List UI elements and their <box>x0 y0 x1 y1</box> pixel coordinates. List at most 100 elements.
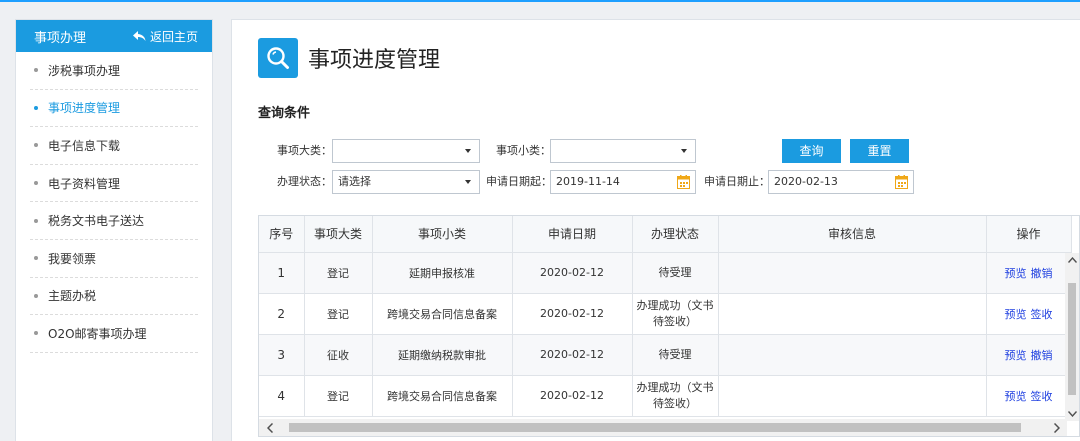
sidebar-item-label: O2O邮寄事项办理 <box>48 326 147 341</box>
date-from-label: 申请日期起： <box>486 175 552 188</box>
sidebar-item-documents[interactable]: 电子资料管理 <box>30 165 198 203</box>
sidebar-item-invoice[interactable]: 我要领票 <box>30 240 198 278</box>
row-actions: 预览 撤销 <box>986 334 1072 376</box>
category-select[interactable] <box>332 139 480 163</box>
horizontal-scrollbar[interactable] <box>259 419 1067 436</box>
calendar-icon[interactable] <box>895 175 908 189</box>
row-category: 登记 <box>304 293 373 335</box>
sign-link[interactable]: 签收 <box>1031 308 1053 321</box>
sidebar-item-label: 主题办税 <box>48 289 97 304</box>
sign-link[interactable]: 签收 <box>1031 390 1053 403</box>
chevron-down-icon <box>681 149 687 153</box>
sidebar-item-delivery[interactable]: 税务文书电子送达 <box>30 202 198 240</box>
preview-link[interactable]: 预览 <box>1005 308 1027 321</box>
date-to-label: 申请日期止： <box>704 175 770 188</box>
status-select[interactable]: 请选择 <box>332 170 480 194</box>
sidebar-header: 事项办理 返回主页 <box>16 20 212 52</box>
main-panel: 事项进度管理 查询条件 事项大类： 事项小类： 查询 重置 办理状态： 请选择 … <box>231 19 1080 441</box>
row-number: 3 <box>259 334 305 376</box>
date-from-input[interactable]: 2019-11-14 <box>550 170 696 194</box>
back-home-link[interactable]: 返回主页 <box>132 28 198 45</box>
bullet-icon <box>34 293 38 298</box>
row-actions: 预览 签收 <box>986 293 1072 335</box>
bullet-icon <box>34 68 38 73</box>
preview-link[interactable]: 预览 <box>1005 349 1027 362</box>
results-table: 序号 事项大类 事项小类 申请日期 办理状态 审核信息 操作 1 登记 延期申报… <box>259 216 1072 417</box>
bullet-icon <box>34 181 38 186</box>
preview-link[interactable]: 预览 <box>1005 267 1027 280</box>
sidebar-item-label: 税务文书电子送达 <box>48 214 145 229</box>
sidebar-item-progress[interactable]: 事项进度管理 <box>30 90 198 128</box>
bullet-icon <box>34 331 38 336</box>
column-header: 事项大类 <box>304 216 373 253</box>
table-row: 1 登记 延期申报核准 2020-02-12 待受理 预览 撤销 <box>259 252 1072 294</box>
row-review <box>718 334 987 376</box>
status-line: 办理成功（文书 <box>636 380 714 394</box>
sidebar-item-label: 我要领票 <box>48 251 97 266</box>
scroll-left-arrow-icon[interactable] <box>261 419 278 436</box>
scroll-right-arrow-icon[interactable] <box>1048 419 1065 436</box>
row-status: 待受理 <box>632 252 719 294</box>
subcategory-label: 事项小类： <box>496 144 551 157</box>
row-subcategory: 延期申报核准 <box>372 252 513 294</box>
row-actions: 预览 签收 <box>986 375 1072 417</box>
back-home-label: 返回主页 <box>149 29 198 44</box>
row-review <box>718 252 987 294</box>
row-subcategory: 跨境交易合同信息备案 <box>372 293 513 335</box>
chevron-down-icon <box>465 180 471 184</box>
vertical-scrollbar-thumb[interactable] <box>1068 283 1076 395</box>
sidebar-item-tax-matters[interactable]: 涉税事项办理 <box>30 52 198 90</box>
reset-button[interactable]: 重置 <box>850 139 909 163</box>
status-select-value: 请选择 <box>338 175 371 188</box>
row-number: 4 <box>259 375 305 417</box>
row-actions: 预览 撤销 <box>986 252 1072 294</box>
bullet-icon <box>34 218 38 223</box>
row-review <box>718 375 987 417</box>
bullet-icon <box>34 105 38 110</box>
sidebar: 事项办理 返回主页 涉税事项办理 事项进度管理 电子信息下载 电子资料管理 税务… <box>15 19 213 441</box>
date-to-value: 2020-02-13 <box>774 175 838 188</box>
bullet-icon <box>34 143 38 148</box>
top-accent-line <box>0 0 1080 2</box>
sidebar-item-o2o[interactable]: O2O邮寄事项办理 <box>30 315 198 353</box>
sidebar-title: 事项办理 <box>34 30 87 46</box>
row-number: 1 <box>259 252 305 294</box>
date-from-value: 2019-11-14 <box>556 175 620 188</box>
row-number: 2 <box>259 293 305 335</box>
row-category: 征收 <box>304 334 373 376</box>
status-label: 办理状态： <box>277 175 332 188</box>
row-category: 登记 <box>304 375 373 417</box>
column-header: 事项小类 <box>372 216 513 253</box>
row-category: 登记 <box>304 252 373 294</box>
horizontal-scrollbar-thumb[interactable] <box>289 423 1021 432</box>
query-section-title: 查询条件 <box>258 106 311 121</box>
sidebar-item-theme[interactable]: 主题办税 <box>30 278 198 316</box>
search-button[interactable]: 查询 <box>782 139 841 163</box>
scroll-up-arrow-icon[interactable] <box>1065 253 1079 267</box>
status-line: 待签收） <box>653 314 697 328</box>
sidebar-item-label: 涉税事项办理 <box>48 63 121 78</box>
page-title: 事项进度管理 <box>308 48 441 73</box>
sidebar-item-download[interactable]: 电子信息下载 <box>30 127 198 165</box>
category-label: 事项大类： <box>277 144 332 157</box>
scroll-down-arrow-icon[interactable] <box>1065 407 1079 421</box>
table-row: 3 征收 延期缴纳税款审批 2020-02-12 待受理 预览 撤销 <box>259 334 1072 376</box>
column-header: 办理状态 <box>632 216 719 253</box>
status-line: 待受理 <box>658 265 692 279</box>
subcategory-select[interactable] <box>550 139 696 163</box>
column-header: 操作 <box>986 216 1072 253</box>
preview-link[interactable]: 预览 <box>1005 390 1027 403</box>
column-header: 序号 <box>259 216 305 253</box>
status-line: 待签收） <box>653 396 697 410</box>
sidebar-item-label: 事项进度管理 <box>48 101 121 116</box>
row-status: 待受理 <box>632 334 719 376</box>
sidebar-menu: 涉税事项办理 事项进度管理 电子信息下载 电子资料管理 税务文书电子送达 我要领… <box>16 52 212 353</box>
vertical-scrollbar[interactable] <box>1065 253 1079 421</box>
calendar-icon[interactable] <box>677 175 690 189</box>
revoke-link[interactable]: 撤销 <box>1031 349 1053 362</box>
table-header-row: 序号 事项大类 事项小类 申请日期 办理状态 审核信息 操作 <box>259 216 1072 253</box>
revoke-link[interactable]: 撤销 <box>1031 267 1053 280</box>
title-row: 事项进度管理 <box>258 38 440 78</box>
row-status: 办理成功（文书 待签收） <box>632 375 719 417</box>
date-to-input[interactable]: 2020-02-13 <box>768 170 914 194</box>
